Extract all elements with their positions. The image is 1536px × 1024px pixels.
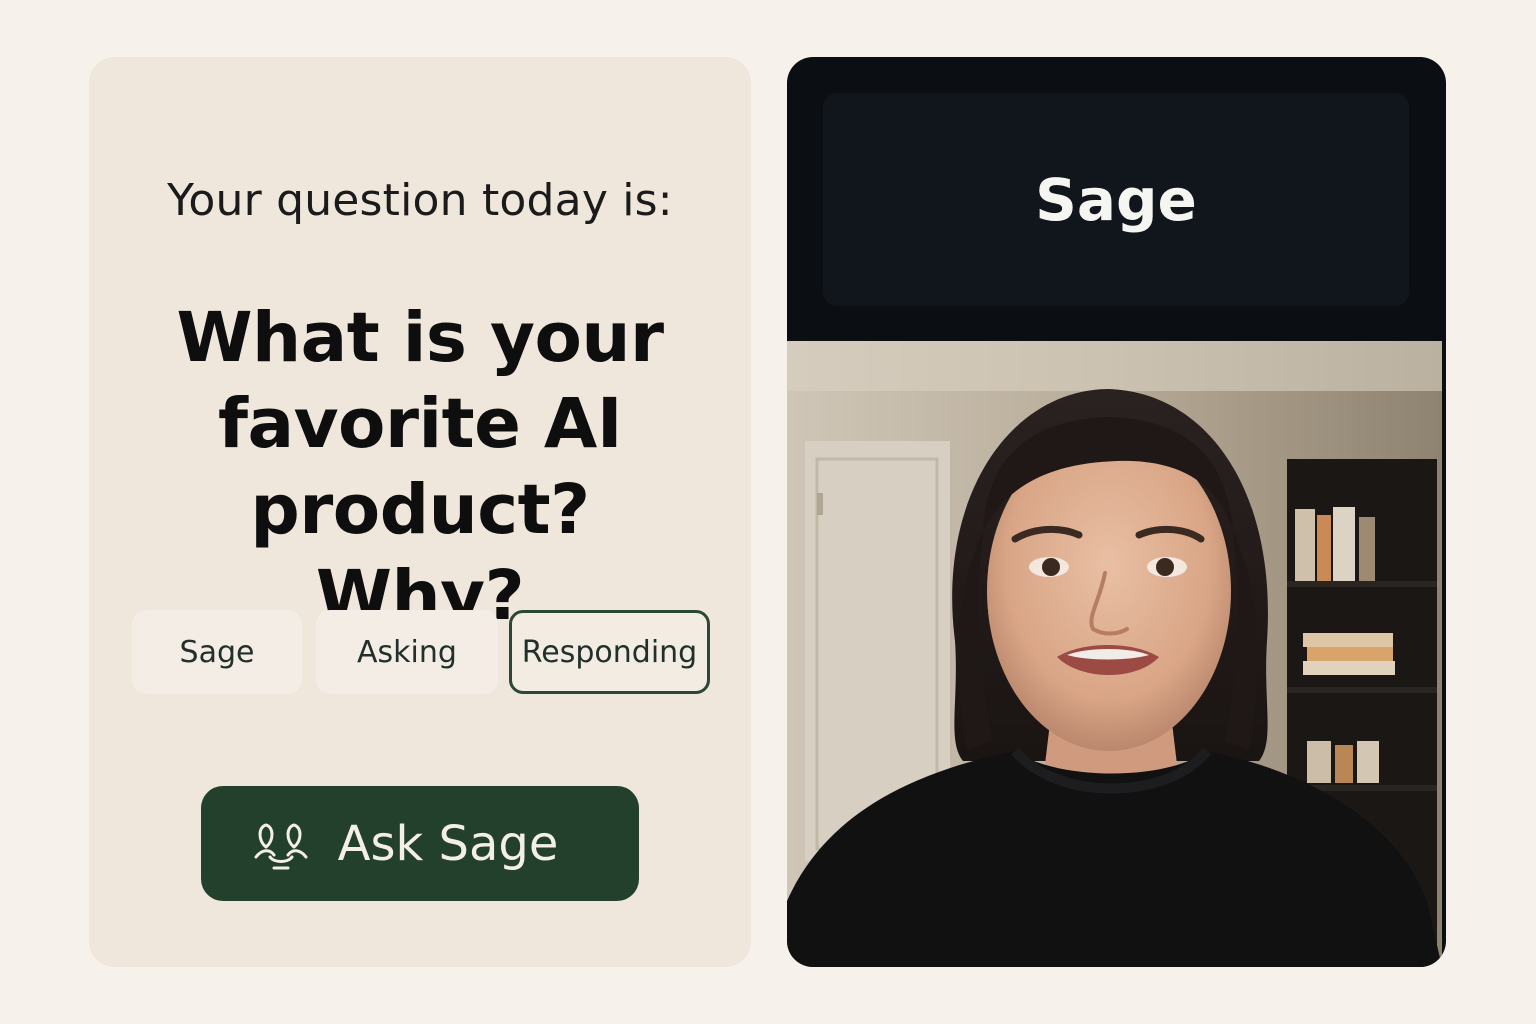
question-card: Your question today is: What is your fav… — [89, 57, 751, 967]
status-chip-sage[interactable]: Sage — [132, 610, 302, 694]
video-card: Sage — [787, 57, 1446, 967]
question-intro: Your question today is: — [167, 175, 673, 226]
ask-sage-button[interactable]: Ask Sage — [201, 786, 639, 901]
speaker-name: Sage — [1035, 165, 1197, 234]
speaker-video-feed — [787, 341, 1442, 967]
question-text: What is your favorite AI product? Why? — [176, 298, 664, 636]
app-stage: Your question today is: What is your fav… — [0, 0, 1536, 1024]
status-chip-asking[interactable]: Asking — [316, 610, 498, 694]
status-chip-responding[interactable]: Responding — [509, 610, 710, 694]
people-icon — [254, 823, 308, 869]
status-tabs: Sage Asking Responding — [89, 610, 751, 694]
ask-sage-label: Ask Sage — [337, 815, 559, 872]
video-frame — [787, 341, 1442, 967]
speaker-name-panel: Sage — [823, 93, 1409, 306]
